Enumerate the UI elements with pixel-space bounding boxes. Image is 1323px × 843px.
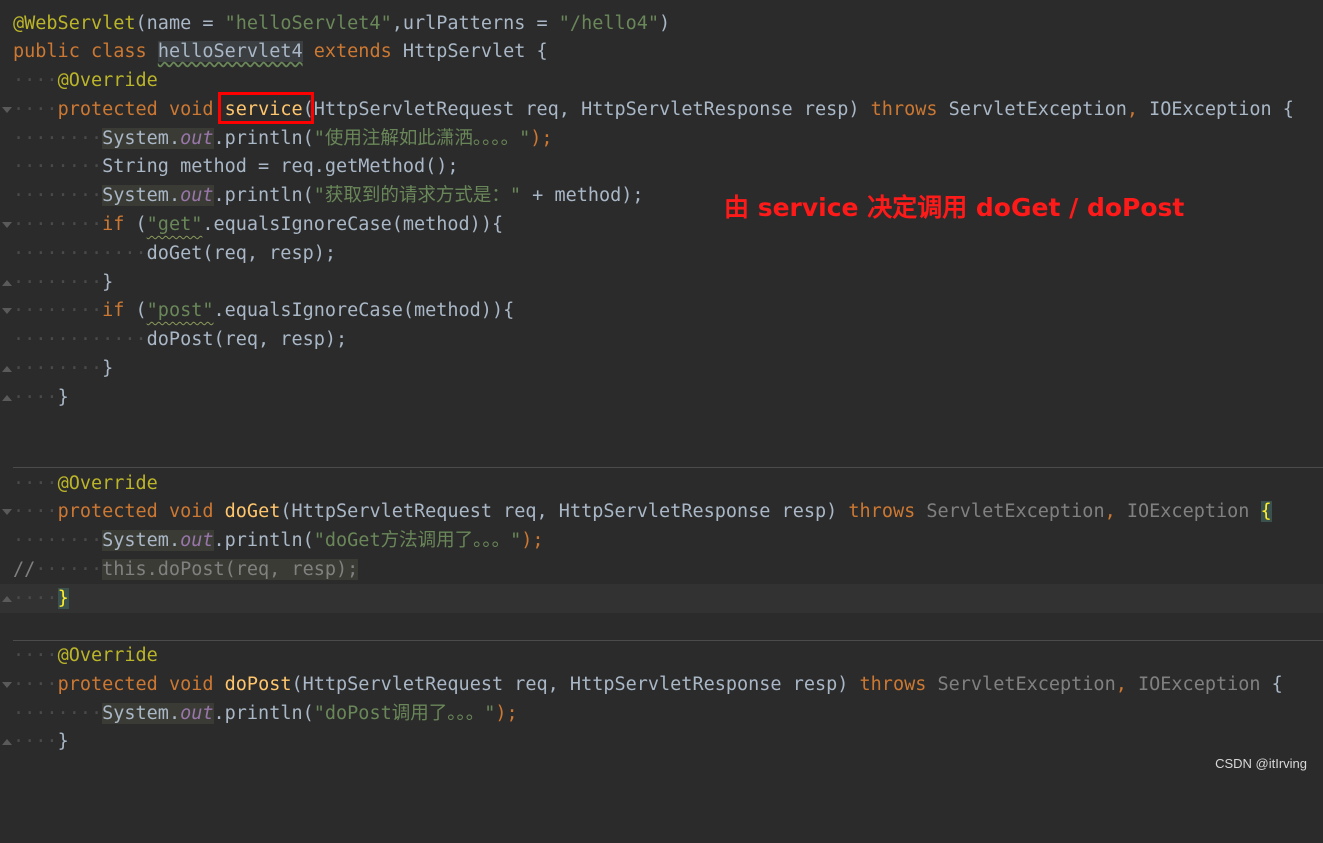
method-separator xyxy=(13,467,1323,468)
fold-end-icon[interactable] xyxy=(2,739,12,745)
code-line-6: ········String method = req.getMethod(); xyxy=(13,156,459,177)
matched-brace: } xyxy=(57,588,69,609)
fold-end-icon[interactable] xyxy=(2,366,12,372)
matched-brace: { xyxy=(1260,501,1272,522)
fold-marker-icon[interactable] xyxy=(2,107,12,113)
doget-method-name[interactable]: doGet xyxy=(225,501,281,522)
code-line-20: //······this.doPost(req, resp); xyxy=(13,559,359,580)
code-line-9: ············doGet(req, resp); xyxy=(13,243,337,264)
fold-end-icon[interactable] xyxy=(2,280,12,286)
code-line-26: ····} xyxy=(0,727,1323,756)
code-line-1: @WebServlet(name = "helloServlet4",urlPa… xyxy=(13,13,671,34)
commented-code: this.doPost(req, resp); xyxy=(102,559,359,580)
code-line-24: ····protected void doPost(HttpServletReq… xyxy=(0,670,1323,699)
watermark: CSDN @itIrving xyxy=(1215,756,1307,771)
code-line-25: ········System.out.println("doPost调用了。。。… xyxy=(13,703,518,724)
annotation-note: 由 service 决定调用 doGet / doPost xyxy=(724,193,1185,222)
code-editor[interactable]: @WebServlet(name = "helloServlet4",urlPa… xyxy=(0,0,1323,779)
code-line-23: ····@Override xyxy=(13,645,158,666)
code-line-12: ············doPost(req, resp); xyxy=(13,329,348,350)
code-line-3: ····@Override xyxy=(13,70,158,91)
code-line-2: public class helloServlet4 extends HttpS… xyxy=(13,41,548,62)
code-line-14: ····} xyxy=(0,383,1323,412)
fold-marker-icon[interactable] xyxy=(2,509,12,515)
fold-end-icon[interactable] xyxy=(2,395,12,401)
code-line-18: ····protected void doGet(HttpServletRequ… xyxy=(0,497,1323,526)
code-line-11: ········if ("post".equalsIgnoreCase(meth… xyxy=(0,296,1323,325)
fold-marker-icon[interactable] xyxy=(2,308,12,314)
fold-marker-icon[interactable] xyxy=(2,682,12,688)
class-name[interactable]: helloServlet4 xyxy=(157,41,303,62)
dopost-method-name[interactable]: doPost xyxy=(225,674,292,695)
service-highlight-box xyxy=(218,92,314,124)
code-line-17: ····@Override xyxy=(13,473,158,494)
fold-end-icon[interactable] xyxy=(2,596,12,602)
code-line-5: ········System.out.println("使用注解如此潇洒。。。。… xyxy=(13,128,553,149)
code-line-13: ········} xyxy=(0,354,1323,383)
annotation-webservlet: @WebServlet xyxy=(13,13,136,34)
fold-marker-icon[interactable] xyxy=(2,222,12,228)
code-line-10: ········} xyxy=(0,268,1323,297)
code-line-19: ········System.out.println("doGet方法调用了。。… xyxy=(13,530,544,551)
code-line-21-current[interactable]: ····} xyxy=(0,584,1323,613)
code-line-4: ····protected void service(HttpServletRe… xyxy=(0,95,1323,124)
